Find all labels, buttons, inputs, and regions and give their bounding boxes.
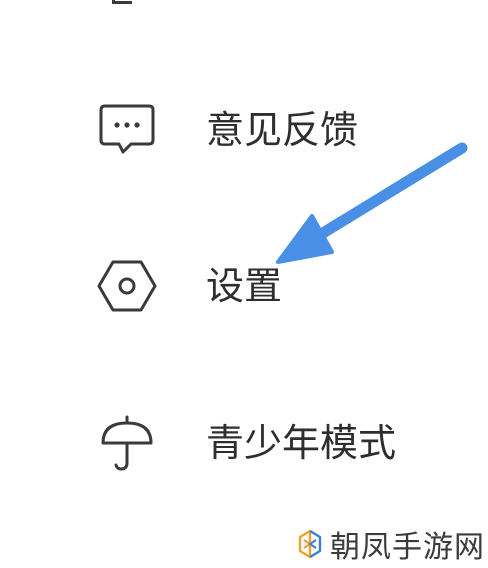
watermark-logo-icon [296, 528, 324, 560]
watermark-text: 朝凤手游网 [330, 530, 485, 565]
umbrella-icon [92, 408, 162, 478]
chat-bubble-icon [92, 95, 162, 165]
menu-item-settings[interactable]: 设置 [92, 246, 432, 326]
menu-item-youth-mode[interactable]: 青少年模式 [92, 403, 432, 483]
menu-item-feedback[interactable]: 意见反馈 [92, 90, 432, 170]
menu-item-feedback-label: 意见反馈 [206, 108, 359, 152]
menu-item-youth-mode-label: 青少年模式 [206, 421, 397, 465]
hexagon-gear-icon [92, 251, 162, 321]
menu-item-settings-label: 设置 [206, 264, 283, 308]
previous-item-icon-fragment [112, 0, 132, 4]
watermark: 朝凤手游网 [296, 524, 485, 565]
